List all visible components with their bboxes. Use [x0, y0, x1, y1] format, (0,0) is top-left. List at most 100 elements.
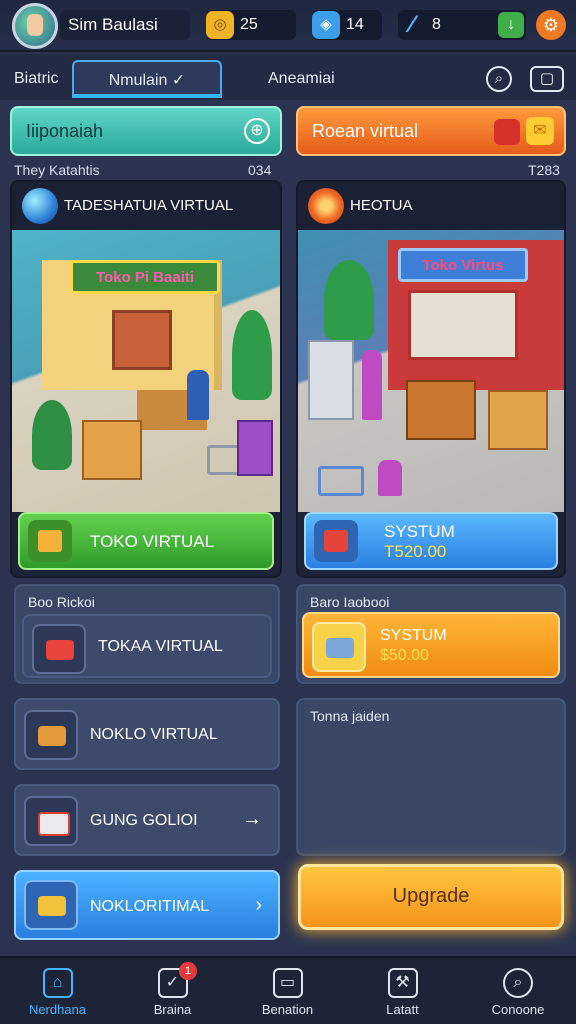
nav-stats-label: Braina — [153, 1002, 192, 1017]
gem-icon: ◈ — [312, 11, 340, 39]
checkout-counter — [406, 380, 476, 440]
right-group-title: Baro Iaobooi — [310, 594, 390, 610]
systum-offer-price: $50.00 — [380, 647, 429, 664]
nav-stats[interactable]: ✓ 1 Braina — [115, 958, 230, 1024]
toko-virtual-button[interactable]: TOKO VIRTUAL — [18, 512, 274, 570]
check-icon: ✓ — [171, 72, 186, 89]
arrow-right-icon: → — [242, 808, 262, 830]
nav-home-label: Nerdhana — [28, 1002, 87, 1017]
chevron-right-icon: › — [255, 894, 262, 916]
nav-build-label: Latatt — [386, 1002, 419, 1017]
globe-logo-icon — [22, 188, 58, 224]
systum-offer-title: SYSTUM — [380, 627, 447, 644]
fire-logo-icon — [308, 188, 344, 224]
virtual-room-label: Roean virtual — [312, 121, 419, 141]
van-icon — [24, 796, 78, 846]
gems-value: 14 — [346, 16, 364, 33]
card-header: TADESHATUIA VIRTUAL — [12, 182, 280, 230]
left-group-title: Boo Rickoi — [28, 594, 95, 610]
left-group-panel: Boo Rickoi TOKAA VIRTUAL — [14, 584, 280, 684]
coins-counter: ◎ 25 — [206, 10, 296, 40]
card-header: HEOTUA — [298, 182, 564, 230]
shop-scene-image: Toko Pi Baaiti — [12, 230, 280, 512]
nav-cards-label: Benation — [261, 1002, 314, 1017]
upgrade-button[interactable]: Upgrade — [298, 864, 564, 930]
shop-box-icon — [28, 520, 72, 562]
potted-plant-2 — [32, 400, 72, 470]
potted-plant — [324, 260, 374, 340]
gung-golioi-label: GUNG GOLIOI — [90, 812, 198, 829]
tab-nmulain-label: Nmulain — [108, 72, 168, 89]
truck-icon — [314, 520, 358, 562]
gung-golioi-row[interactable]: GUNG GOLIOI → — [14, 784, 280, 856]
cards-icon: ▭ — [272, 968, 303, 998]
gems-counter: ◈ 14 — [312, 10, 382, 40]
shopkeeper-figure — [187, 370, 209, 420]
noklo-virtual-label: NOKLO VIRTUAL — [90, 726, 218, 743]
box-icon — [24, 710, 78, 760]
tab-aneamiai[interactable]: Aneamiai — [268, 60, 335, 98]
systum-price: T520.00 — [384, 542, 447, 561]
tab-biatric[interactable]: Biatric — [14, 60, 58, 98]
tab-bar: Biatric Nmulain ✓ Aneamiai ⌕ ▢ — [0, 54, 576, 100]
card-title: HEOTUA — [350, 197, 413, 214]
vending-machine — [237, 420, 273, 476]
van-icon — [312, 622, 366, 672]
bottom-navigation: ⌂ Nerdhana ✓ 1 Braina ▭ Benation ⚒ Latat… — [0, 956, 576, 1024]
right-info-title: Tonna jaiden — [310, 708, 390, 724]
toko-virtual-label: TOKO VIRTUAL — [90, 532, 215, 551]
systum-purchase-button[interactable]: SYSTUM T520.00 — [304, 512, 558, 570]
energy-counter: ⁄ 8 ↓ — [398, 10, 526, 40]
energy-icon: ⁄ — [409, 11, 414, 38]
home-icon: ⌂ — [42, 968, 73, 998]
settings-gear-icon[interactable]: ⚙ — [536, 10, 566, 40]
store-scene-image: Toko Virtus — [298, 230, 564, 512]
info-panel-label: Iiiponaiah — [26, 121, 104, 141]
search-icon: ⌕ — [503, 968, 533, 998]
right-group-panel: Baro Iaobooi SYSTUM $50.00 — [296, 584, 566, 684]
customer-figure — [362, 350, 382, 420]
globe-icon: ⊕ — [244, 118, 270, 144]
left-subheader-label: They Katahtis — [14, 162, 100, 178]
card-title: TADESHATUIA VIRTUAL — [64, 197, 234, 214]
shop-sign: Toko Pi Baaiti — [70, 260, 220, 294]
shop-card-right[interactable]: HEOTUA Toko Virtus SYSTUM T520.00 — [296, 180, 566, 578]
search-icon[interactable]: ⌕ — [486, 66, 512, 92]
shelf — [112, 310, 172, 370]
hammer-icon: ⚒ — [387, 968, 418, 998]
store-sign: Toko Virtus — [398, 248, 528, 282]
noklo-virtual-row[interactable]: NOKLO VIRTUAL — [14, 698, 280, 770]
systum-offer-row[interactable]: SYSTUM $50.00 — [302, 612, 560, 678]
child-figure — [378, 460, 402, 496]
store-shelves — [408, 290, 518, 360]
nokloritimal-row[interactable]: NOKLORITIMAL › — [14, 870, 280, 940]
nokloritimal-label: NOKLORITIMAL — [90, 898, 210, 915]
nav-search[interactable]: ⌕ Conoone — [460, 958, 576, 1024]
add-resource-button[interactable]: ↓ — [498, 12, 524, 38]
mail-icon: ✉ — [526, 117, 554, 145]
energy-value: 8 — [432, 16, 441, 33]
top-bar: Sim Baulasi ◎ 25 ◈ 14 ⁄ 8 ↓ ⚙ — [0, 0, 576, 52]
produce-display — [488, 390, 548, 450]
virtual-room-button[interactable]: Roean virtual ✉ — [296, 106, 566, 156]
notification-badge: 1 — [179, 962, 197, 980]
screen-icon[interactable]: ▢ — [530, 66, 564, 92]
systum-offer-text: SYSTUM $50.00 — [380, 626, 447, 666]
nav-home[interactable]: ⌂ Nerdhana — [0, 958, 115, 1024]
systum-title: SYSTUM — [384, 522, 455, 541]
tab-nmulain[interactable]: Nmulain ✓ — [72, 60, 222, 98]
coins-value: 25 — [240, 16, 258, 33]
backpack-icon — [494, 119, 520, 145]
nav-cards[interactable]: ▭ Benation — [230, 958, 345, 1024]
nav-build[interactable]: ⚒ Latatt — [345, 958, 460, 1024]
right-subheader-value: T283 — [528, 162, 560, 178]
player-avatar[interactable] — [12, 3, 58, 49]
potted-plant — [232, 310, 272, 400]
coin-icon: ◎ — [206, 11, 234, 39]
info-panel-button[interactable]: Iiiponaiah ⊕ — [10, 106, 282, 156]
produce-stand — [82, 420, 142, 480]
display-rack — [308, 340, 354, 420]
tokaa-virtual-row[interactable]: TOKAA VIRTUAL — [22, 614, 272, 678]
right-info-panel: Tonna jaiden — [296, 698, 566, 856]
shop-card-left[interactable]: TADESHATUIA VIRTUAL Toko Pi Baaiti TOKO … — [10, 180, 282, 578]
